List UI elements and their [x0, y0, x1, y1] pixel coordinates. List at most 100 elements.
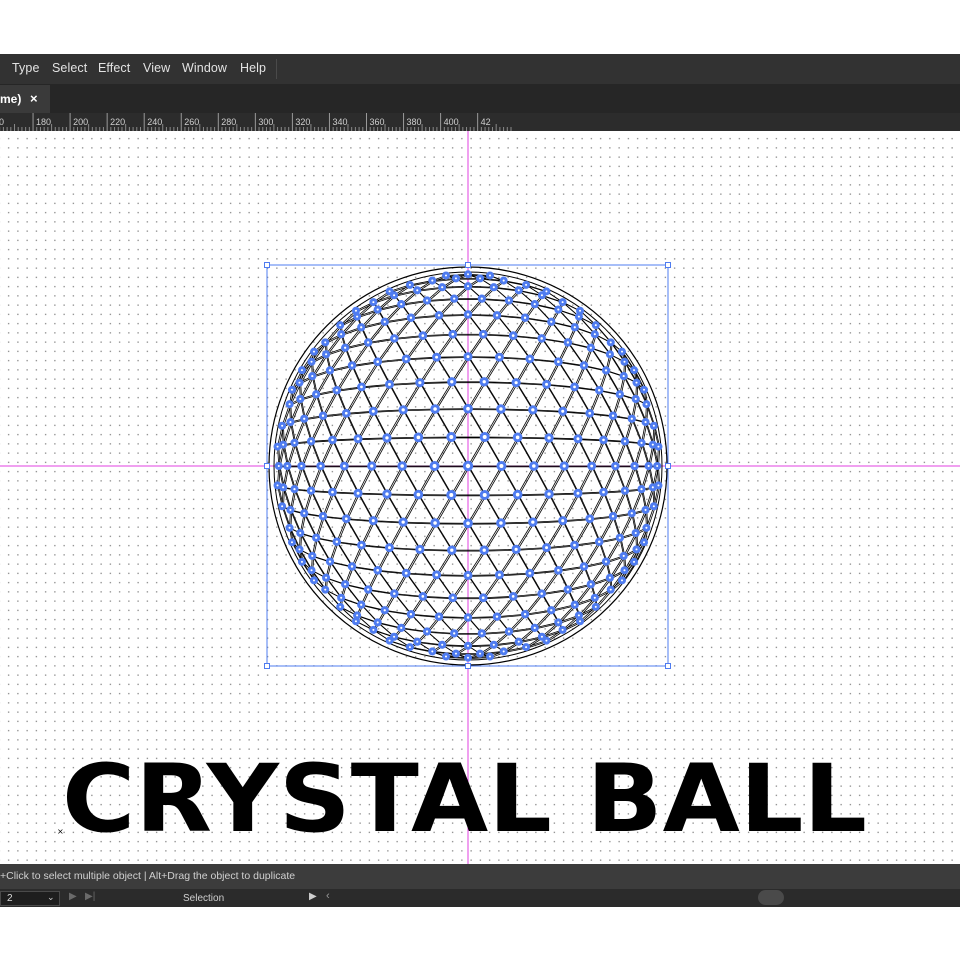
anchor-point-center — [540, 635, 543, 638]
crystal-ball-heading[interactable]: CRYSTAL BALL — [62, 745, 867, 854]
horizontal-ruler[interactable]: 0 180 200 220 240 260 280 300 320 340 360 380 400 42 — [0, 113, 960, 131]
anchor-point-center — [315, 536, 318, 539]
anchor-point-center — [300, 560, 303, 563]
anchor-point-center — [511, 595, 515, 598]
anchor-point-center — [576, 437, 580, 441]
page-select[interactable]: 2 ⌄ — [0, 891, 60, 906]
anchor-point-center — [276, 445, 279, 448]
mesh-edge — [420, 523, 437, 551]
anchor-point-center — [371, 409, 375, 413]
anchor-point-center — [360, 603, 363, 606]
menu-help[interactable]: Help — [240, 61, 266, 75]
chevron-left-icon[interactable]: ‹ — [326, 890, 330, 902]
resize-handle-ne[interactable] — [665, 262, 671, 268]
anchor-point-center — [466, 521, 470, 526]
anchor-point-center — [300, 369, 303, 372]
anchor-point-center — [344, 583, 347, 586]
mesh-edge — [374, 385, 392, 413]
page-number: 2 — [7, 893, 13, 904]
anchor-point-center — [495, 615, 499, 618]
mesh-edge — [485, 466, 504, 497]
anchor-point-center — [608, 576, 611, 579]
anchor-point-center — [416, 640, 419, 643]
anchor-point-center — [450, 380, 454, 384]
anchor-point-center — [651, 443, 654, 446]
toggle-switch[interactable] — [758, 890, 784, 905]
anchor-point-center — [656, 464, 659, 468]
anchor-point-center — [393, 635, 396, 638]
mesh-edge — [577, 438, 593, 467]
resize-handle-n[interactable] — [465, 262, 471, 268]
anchor-point-center — [540, 592, 543, 595]
anchor-point-center — [289, 421, 292, 424]
document-tab[interactable]: me) × — [0, 85, 50, 113]
mesh-edge — [357, 493, 374, 521]
anchor-point-center — [404, 571, 408, 575]
anchor-point-center — [515, 492, 520, 497]
anchor-point-center — [356, 491, 360, 495]
mesh-edge — [407, 336, 425, 361]
close-icon[interactable]: × — [30, 91, 38, 106]
anchor-point-center — [335, 388, 339, 392]
anchor-point-center — [594, 605, 597, 608]
mesh-edge — [371, 437, 388, 467]
play-icon[interactable]: ▶ — [309, 891, 317, 902]
anchor-point-center — [621, 350, 624, 353]
menu-view[interactable]: View — [143, 61, 170, 75]
anchor-point-center — [511, 334, 515, 337]
menu-effect[interactable]: Effect — [98, 61, 130, 75]
mesh-edge — [436, 574, 469, 576]
mesh-edge — [574, 386, 591, 414]
anchor-point-center — [383, 609, 386, 612]
anchor-point-center — [550, 320, 553, 323]
anchor-point-center — [640, 441, 643, 444]
anchor-point-center — [331, 438, 334, 442]
anchor-point-center — [312, 350, 315, 353]
last-page-icon[interactable]: ▶| — [85, 891, 95, 902]
mesh-edge — [549, 466, 566, 496]
resize-handle-sw[interactable] — [264, 663, 270, 669]
anchor-point-center — [547, 436, 551, 440]
anchor-point-center — [376, 360, 379, 364]
mesh-edge — [591, 562, 608, 586]
anchor-point-center — [540, 337, 543, 340]
anchor-point-center — [312, 579, 315, 582]
anchor-point-center — [421, 595, 425, 598]
artboard-canvas[interactable]: CRYSTAL BALL × — [0, 131, 960, 864]
anchor-point-center — [482, 435, 487, 440]
mesh-edge — [548, 437, 565, 467]
anchor-point-center — [573, 603, 576, 606]
anchor-point-center — [480, 297, 483, 300]
anchor-point-center — [466, 285, 470, 288]
anchor-point-center — [582, 364, 586, 367]
resize-handle-nw[interactable] — [264, 262, 270, 268]
chevron-down-icon[interactable]: ⌄ — [47, 892, 55, 903]
resize-handle-se[interactable] — [665, 663, 671, 669]
anchor-point-center — [385, 492, 389, 496]
anchor-point-center — [466, 644, 470, 647]
anchor-point-center — [635, 548, 638, 551]
menu-select[interactable]: Select — [52, 61, 87, 75]
mesh-edge — [532, 409, 550, 439]
mesh-edge — [502, 438, 520, 468]
resize-handle-w[interactable] — [264, 463, 270, 469]
anchor-point-center — [309, 440, 313, 443]
mesh-edge — [323, 390, 339, 417]
menu-window[interactable]: Window — [182, 61, 227, 75]
resize-handle-s[interactable] — [465, 663, 471, 669]
ruler-label: 340 — [332, 117, 347, 127]
anchor-point-center — [630, 512, 633, 515]
mesh-edge — [517, 437, 535, 467]
resize-handle-e[interactable] — [665, 463, 671, 469]
anchor-point-center — [594, 324, 597, 327]
anchor-point-center — [466, 656, 470, 659]
anchor-point-center — [335, 540, 339, 544]
anchor-point-center — [416, 289, 419, 292]
mesh-edge — [434, 465, 452, 496]
anchor-point-center — [376, 621, 379, 624]
mesh-edge — [343, 465, 359, 494]
menu-type[interactable]: Type — [12, 61, 40, 75]
next-page-icon[interactable]: ▶ — [69, 891, 77, 902]
anchor-point-center — [545, 639, 548, 642]
mesh-edge — [402, 521, 421, 550]
